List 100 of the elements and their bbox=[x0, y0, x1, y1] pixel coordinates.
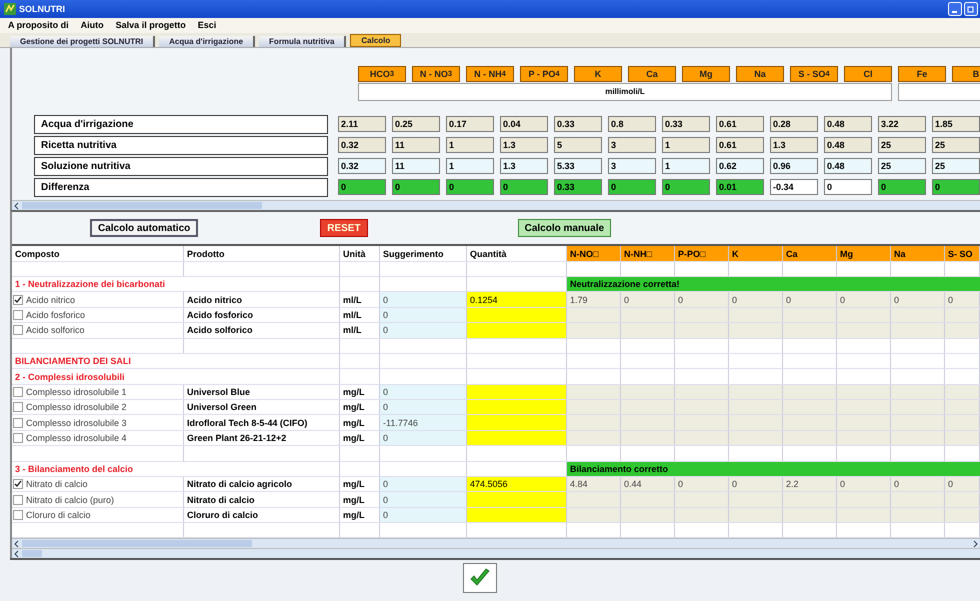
calc-button[interactable]: Calcolo automatico bbox=[90, 219, 198, 238]
confirm-button[interactable] bbox=[463, 563, 497, 594]
value-field: 0.28 bbox=[770, 116, 818, 132]
table-cell: 0 bbox=[380, 508, 467, 522]
table-cell bbox=[567, 400, 621, 414]
checkbox[interactable] bbox=[13, 479, 23, 490]
tab[interactable]: Formula nutritiva bbox=[259, 36, 346, 47]
menu-item[interactable]: Esci bbox=[198, 20, 216, 30]
quantity-field[interactable] bbox=[467, 492, 567, 507]
quantity-field[interactable] bbox=[467, 384, 567, 400]
table-cell bbox=[621, 400, 675, 414]
tab[interactable]: Gestione dei progetti SOLNUTRI bbox=[10, 36, 156, 47]
quantity-field[interactable]: 474.5056 bbox=[467, 476, 567, 492]
menu-item[interactable]: A proposito di bbox=[8, 20, 69, 30]
menu-item[interactable]: Aiuto bbox=[80, 20, 104, 30]
table-cell bbox=[837, 492, 891, 507]
scrollbar[interactable] bbox=[12, 538, 980, 548]
quantity-field[interactable] bbox=[467, 308, 567, 322]
value-field: 0.33 bbox=[554, 179, 602, 196]
table-cell: 0 bbox=[675, 292, 729, 307]
table-cell: 0 bbox=[380, 400, 467, 414]
checkbox[interactable] bbox=[13, 402, 23, 412]
column-header: K bbox=[729, 246, 783, 261]
column-header: P-PO□ bbox=[675, 246, 729, 261]
restore-button[interactable] bbox=[964, 2, 978, 16]
value-field: 0 bbox=[608, 179, 656, 196]
scroll-thumb[interactable] bbox=[22, 540, 252, 548]
value-field: 0.17 bbox=[446, 116, 494, 132]
table-cell bbox=[675, 400, 729, 414]
quantity-field[interactable]: 0.1254 bbox=[467, 292, 567, 307]
table-cell bbox=[891, 400, 945, 414]
table-cell: 0 bbox=[945, 292, 980, 307]
value-field: 0.61 bbox=[716, 116, 764, 132]
table-cell: Cloruro di calcio bbox=[26, 510, 91, 520]
section-label: 1 - Neutralizzazione dei bicarbonati bbox=[12, 277, 340, 292]
table-cell: Nitrato di calcio (puro) bbox=[26, 494, 114, 504]
value-field: 25 bbox=[878, 158, 926, 174]
value-field: 25 bbox=[932, 137, 980, 154]
column-header: Prodotto bbox=[184, 246, 340, 261]
table-cell bbox=[783, 492, 837, 507]
table-cell: Complesso idrosolubile 2 bbox=[26, 402, 127, 412]
scroll-right-icon[interactable] bbox=[971, 540, 979, 548]
quantity-field[interactable] bbox=[467, 415, 567, 430]
column-header: Mg bbox=[682, 66, 730, 82]
scroll-thumb[interactable] bbox=[22, 550, 42, 558]
minimize-button[interactable] bbox=[948, 2, 962, 16]
quantity-field[interactable] bbox=[467, 400, 567, 414]
value-field: 0.01 bbox=[716, 179, 764, 196]
scrollbar[interactable] bbox=[12, 200, 980, 210]
checkbox[interactable] bbox=[13, 325, 23, 336]
value-field: 0.25 bbox=[392, 116, 440, 132]
value-field: 5.33 bbox=[554, 158, 602, 174]
table-cell: Acido fosforico bbox=[26, 310, 86, 320]
checkbox[interactable] bbox=[13, 510, 23, 520]
value-field: 3.22 bbox=[878, 116, 926, 132]
checkbox[interactable] bbox=[13, 310, 23, 320]
column-header: K bbox=[574, 66, 622, 82]
table-cell bbox=[891, 415, 945, 430]
calc-button[interactable]: RESET bbox=[320, 219, 368, 238]
checkbox[interactable] bbox=[13, 294, 23, 305]
checkbox[interactable] bbox=[13, 494, 23, 504]
tab[interactable]: Calcolo bbox=[350, 34, 402, 47]
column-header: Ca bbox=[783, 246, 837, 261]
quantity-field[interactable] bbox=[467, 508, 567, 522]
table-cell bbox=[729, 400, 783, 414]
table-cell: 0 bbox=[380, 384, 467, 400]
table-cell: Complesso idrosolubile 1 bbox=[26, 386, 127, 397]
table-cell bbox=[891, 308, 945, 322]
quantity-field[interactable] bbox=[467, 430, 567, 446]
value-field: 5 bbox=[554, 137, 602, 154]
row-label: Soluzione nutritiva bbox=[34, 156, 328, 176]
table-cell: Acido solforico bbox=[26, 325, 85, 336]
scrollbar[interactable] bbox=[12, 548, 980, 558]
value-field: 11 bbox=[392, 158, 440, 174]
value-field: 3 bbox=[608, 158, 656, 174]
table-cell bbox=[837, 308, 891, 322]
value-field: 0.33 bbox=[554, 116, 602, 132]
table-cell bbox=[783, 400, 837, 414]
status-bar: Bilanciamento corretto bbox=[567, 462, 980, 476]
scroll-left-icon[interactable] bbox=[13, 202, 21, 210]
value-field: 0.48 bbox=[824, 158, 872, 174]
quantity-field[interactable] bbox=[467, 323, 567, 338]
menu-item[interactable]: Salva il progetto bbox=[116, 20, 186, 30]
checkbox[interactable] bbox=[13, 386, 23, 397]
column-header: Fe bbox=[898, 66, 946, 82]
column-header: Composto bbox=[12, 246, 184, 261]
value-field: 1 bbox=[446, 137, 494, 154]
tab[interactable]: Acqua d'irrigazione bbox=[159, 36, 256, 47]
checkbox[interactable] bbox=[13, 433, 23, 443]
value-field: 0 bbox=[824, 179, 872, 196]
table-cell: 0 bbox=[380, 476, 467, 492]
scroll-thumb[interactable] bbox=[22, 202, 262, 210]
column-header: Cl bbox=[844, 66, 892, 82]
checkbox[interactable] bbox=[13, 418, 23, 428]
column-header: Na bbox=[736, 66, 784, 82]
calc-button[interactable]: Calcolo manuale bbox=[518, 219, 612, 238]
value-field: 0 bbox=[662, 179, 710, 196]
value-field: 0.33 bbox=[662, 116, 710, 132]
table-cell bbox=[675, 492, 729, 507]
table-cell: 2.2 bbox=[783, 476, 837, 492]
